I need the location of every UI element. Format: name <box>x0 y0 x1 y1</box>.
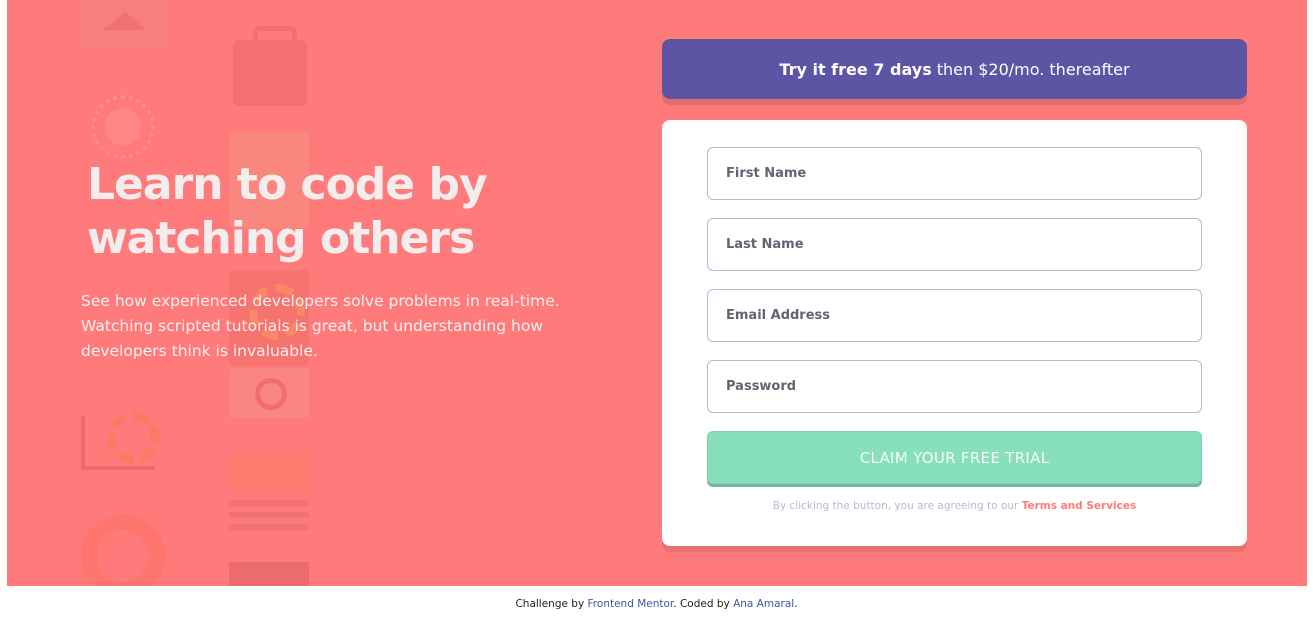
house-icon <box>81 0 167 50</box>
headline-line-2: watching others <box>87 213 475 264</box>
signup-form: CLAIM YOUR FREE TRIAL By clicking the bu… <box>662 120 1247 546</box>
challenge-prefix: Challenge by <box>515 598 585 610</box>
hero-description: See how experienced developers solve pro… <box>81 289 601 364</box>
first-name-input[interactable] <box>707 147 1202 200</box>
description-line-1: See how experienced developers solve pro… <box>81 292 560 310</box>
offer-highlight: Try it free 7 days <box>779 59 932 79</box>
footer-suffix: . <box>794 598 798 610</box>
offer-price: then $20/mo. thereafter <box>936 59 1130 79</box>
claim-trial-button[interactable]: CLAIM YOUR FREE TRIAL <box>707 431 1202 484</box>
cart-icon <box>81 412 165 484</box>
frontend-mentor-link[interactable]: Frontend Mentor <box>588 598 674 610</box>
trial-offer-banner: Try it free 7 days then $20/mo. thereaft… <box>662 39 1247 99</box>
terms-link[interactable]: Terms and Services <box>1022 500 1137 512</box>
password-input[interactable] <box>707 360 1202 413</box>
headline-line-1: Learn to code by <box>87 159 488 210</box>
panel-icon <box>229 562 309 586</box>
code-lines-icon <box>229 500 309 534</box>
description-line-2: Watching scripted tutorials is great, bu… <box>81 317 543 335</box>
coded-prefix: . Coded by <box>673 598 730 610</box>
terms-prefix: By clicking the button, you are agreeing… <box>772 500 1019 512</box>
email-input[interactable] <box>707 289 1202 342</box>
network-icon <box>81 85 165 169</box>
search-icon <box>229 368 309 418</box>
terms-notice: By clicking the button, you are agreeing… <box>662 500 1247 512</box>
description-line-3: developers think is invaluable. <box>81 342 318 360</box>
last-name-input[interactable] <box>707 218 1202 271</box>
attribution-footer: Challenge by Frontend Mentor. Coded by A… <box>0 598 1313 610</box>
page-title: Learn to code by watching others <box>87 158 557 266</box>
key-icon <box>229 452 309 492</box>
lifebuoy-icon <box>81 514 165 586</box>
author-link[interactable]: Ana Amaral <box>733 598 794 610</box>
toolbox-icon <box>233 26 307 106</box>
